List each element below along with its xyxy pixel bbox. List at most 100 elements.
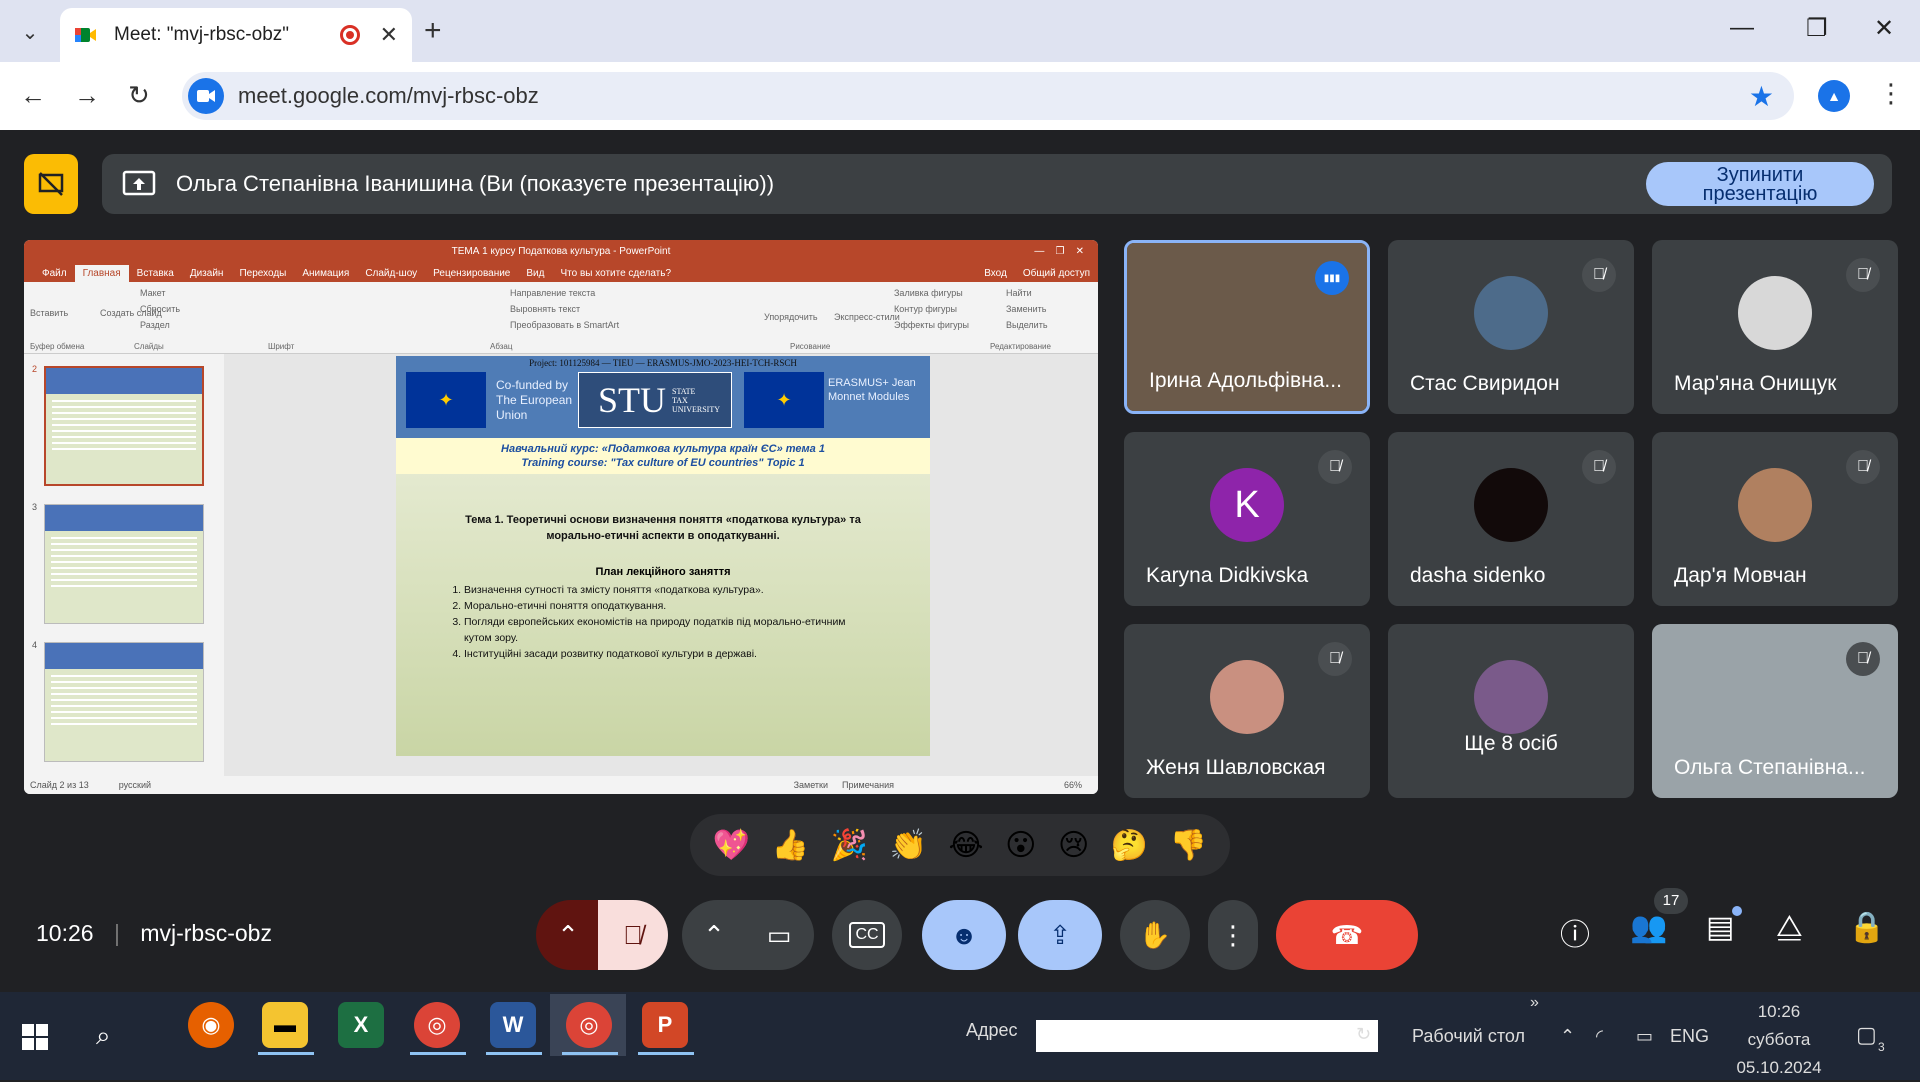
address-go-icon[interactable]: ↻ [1356, 1024, 1371, 1045]
toolbar-expand-icon[interactable]: » [1530, 994, 1539, 1012]
tray-chevron-icon[interactable]: ⌃ [1560, 1026, 1575, 1047]
chrome-active-icon[interactable]: ◎ [566, 1002, 612, 1048]
ribbon-select[interactable]: Выделить [1006, 320, 1048, 330]
search-icon[interactable]: ⌕ [96, 1020, 111, 1052]
ppt-share[interactable]: Общий доступ [1015, 265, 1098, 282]
leave-call-button[interactable]: ☎ [1276, 900, 1418, 970]
stop-presenting-button[interactable]: Зупинити презентацію [1646, 162, 1874, 206]
forward-icon[interactable]: → [74, 80, 100, 111]
chrome-icon[interactable]: ◎ [414, 1002, 460, 1048]
reaction-thinking[interactable]: 🤔 [1111, 828, 1148, 863]
meeting-details-icon[interactable]: ⓘ [1560, 910, 1590, 954]
ribbon-paste[interactable]: Вставить [30, 308, 68, 318]
ribbon-align-text[interactable]: Выровнять текст [510, 304, 580, 314]
more-options-button[interactable]: ⋮ [1208, 900, 1258, 970]
address-bar[interactable]: meet.google.com/mvj-rbsc-obz ★ [182, 72, 1794, 120]
slide-thumbnail[interactable] [44, 366, 204, 486]
ribbon-layout[interactable]: Макет [140, 288, 165, 298]
bookmark-star-icon[interactable]: ★ [1749, 80, 1774, 113]
taskbar-address-input[interactable] [1036, 1020, 1378, 1052]
ppt-login[interactable]: Вход [976, 265, 1015, 282]
reaction-heart[interactable]: 💖 [713, 828, 750, 863]
ppt-menu-animation[interactable]: Анимация [294, 265, 357, 282]
browser-menu-icon[interactable]: ⋮ [1878, 78, 1904, 109]
participant-tile[interactable]: 🎙̸ dasha sidenko [1388, 432, 1634, 606]
restore-button[interactable]: ❐ [1806, 14, 1828, 43]
participant-tile[interactable]: 🎙̸ Дар'я Мовчан [1652, 432, 1898, 606]
ribbon-shape-outline[interactable]: Контур фигуры [894, 304, 957, 314]
reaction-thumbs-down[interactable]: 👎 [1170, 828, 1207, 863]
notes-button[interactable]: Заметки [794, 780, 828, 790]
microphone-button[interactable]: 🎙̸ [598, 900, 668, 970]
taskbar-clock[interactable]: 10:26 суббота 05.10.2024 [1730, 998, 1828, 1082]
new-tab-button[interactable]: + [424, 14, 442, 48]
participant-tile[interactable]: 🎙̸ Женя Шавловская [1124, 624, 1370, 798]
notifications-icon[interactable]: ▢ [1856, 1022, 1877, 1048]
browser-tab-meet[interactable]: Meet: "mvj-rbsc-obz" ✕ [60, 8, 412, 62]
reload-icon[interactable]: ↻ [128, 80, 150, 111]
ribbon-replace[interactable]: Заменить [1006, 304, 1046, 314]
input-language[interactable]: ENG [1670, 1026, 1709, 1047]
reaction-surprised[interactable]: 😮 [1005, 828, 1036, 863]
file-explorer-icon[interactable]: ▬ [262, 1002, 308, 1048]
captions-button[interactable]: CC [832, 900, 902, 970]
reaction-thumbs-up[interactable]: 👍 [772, 828, 809, 863]
ppt-window-controls[interactable]: — ❐ ✕ [1034, 246, 1084, 257]
ribbon-text-direction[interactable]: Направление текста [510, 288, 595, 298]
chat-icon[interactable]: ▤ [1706, 910, 1734, 945]
hide-presentation-button[interactable] [24, 154, 78, 214]
desktop-toolbar[interactable]: Рабочий стол [1412, 1026, 1525, 1047]
participant-tile[interactable]: K 🎙̸ Karyna Didkivska [1124, 432, 1370, 606]
word-icon[interactable]: W [490, 1002, 536, 1048]
back-icon[interactable]: ← [20, 80, 46, 111]
host-controls-icon[interactable]: 🔒 [1848, 910, 1885, 945]
ppt-menu-review[interactable]: Рецензирование [425, 265, 518, 282]
reactions-button[interactable]: ☻ [922, 900, 1006, 970]
excel-icon[interactable]: X [338, 1002, 384, 1048]
reaction-clap[interactable]: 👏 [890, 828, 927, 863]
current-slide[interactable]: Project: 101125984 — TIEU — ERASMUS-JMO-… [396, 356, 930, 756]
tab-search-button[interactable]: ⌄ [10, 12, 50, 52]
minimize-button[interactable]: — [1730, 14, 1754, 42]
reaction-party[interactable]: 🎉 [831, 828, 868, 863]
slide-thumbnail[interactable] [44, 642, 204, 762]
reaction-laugh[interactable]: 😂 [949, 828, 984, 863]
ppt-tell-me[interactable]: Что вы хотите сделать? [552, 265, 679, 282]
participant-tile[interactable]: 🎙̸ Стас Свиридон [1388, 240, 1634, 414]
ribbon-reset[interactable]: Сбросить [140, 304, 180, 314]
zoom-level[interactable]: 66% [1064, 780, 1082, 790]
participant-tile[interactable]: 🎙̸ Ольга Степанівна... [1652, 624, 1898, 798]
ribbon-section[interactable]: Раздел [140, 320, 170, 330]
ppt-menu-design[interactable]: Дизайн [182, 265, 232, 282]
ppt-menu-transitions[interactable]: Переходы [231, 265, 294, 282]
ribbon-quick-styles[interactable]: Экспресс-стили [834, 312, 900, 322]
ribbon-find[interactable]: Найти [1006, 288, 1032, 298]
participant-tile[interactable]: Ще 8 осіб [1388, 624, 1634, 798]
ribbon-arrange[interactable]: Упорядочить [764, 312, 818, 322]
profile-avatar[interactable]: ▲ [1818, 80, 1850, 112]
present-button[interactable]: ⇪ [1018, 900, 1102, 970]
camera-button[interactable]: ▭ [744, 900, 814, 970]
raise-hand-button[interactable]: ✋ [1120, 900, 1190, 970]
ppt-menu-home[interactable]: Главная [74, 265, 129, 282]
wifi-icon[interactable]: ◜ [1596, 1026, 1603, 1047]
ppt-menu-slideshow[interactable]: Слайд-шоу [357, 265, 425, 282]
ppt-menu-file[interactable]: Файл [34, 265, 75, 282]
comments-button[interactable]: Примечания [842, 780, 894, 790]
participant-tile[interactable]: ▮▮▮ Ірина Адольфівна... [1124, 240, 1370, 414]
ribbon-shape-effects[interactable]: Эффекты фигуры [894, 320, 969, 330]
windows-start-icon[interactable] [22, 1024, 48, 1050]
audio-options-button[interactable]: ⌃ [536, 900, 600, 970]
close-tab-icon[interactable]: ✕ [380, 22, 398, 48]
activities-icon[interactable]: ⧋ [1776, 910, 1803, 944]
close-window-button[interactable]: ✕ [1874, 14, 1894, 43]
slide-thumbnail[interactable] [44, 504, 204, 624]
people-icon[interactable]: 👥 [1630, 910, 1667, 945]
firefox-icon[interactable]: ◉ [188, 1002, 234, 1048]
powerpoint-icon[interactable]: P [642, 1002, 688, 1048]
video-options-button[interactable]: ⌃ [682, 900, 746, 970]
battery-icon[interactable]: ▭ [1636, 1026, 1653, 1047]
ribbon-shape-fill[interactable]: Заливка фигуры [894, 288, 963, 298]
ppt-menu-view[interactable]: Вид [518, 265, 552, 282]
participant-tile[interactable]: 🎙̸ Мар'яна Онищук [1652, 240, 1898, 414]
